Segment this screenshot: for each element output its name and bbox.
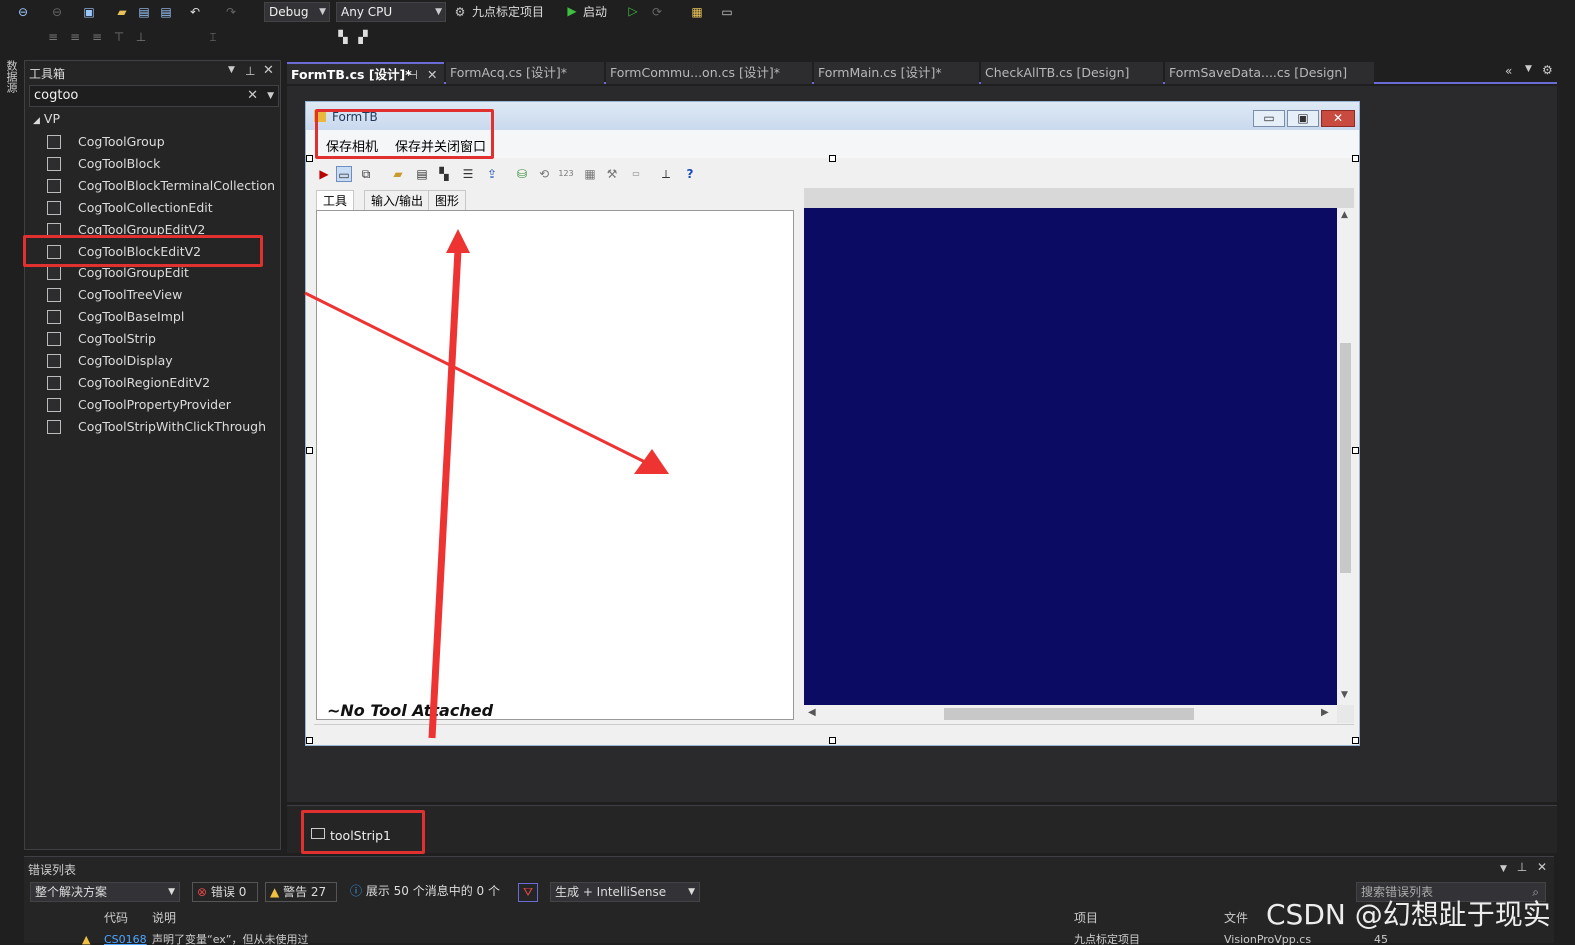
column-header-description[interactable]: 说明	[152, 909, 176, 926]
annotation-arrow-diagonal	[304, 291, 646, 464]
close-icon[interactable]: ✕	[1537, 860, 1547, 874]
annotation-arrowhead	[634, 449, 669, 474]
errors-count: 错误 0	[210, 885, 247, 899]
error-icon: ⊗	[197, 885, 208, 899]
messages-filter-button[interactable]: ⓘ 展示 50 个消息中的 0 个	[346, 882, 506, 902]
watermark: CSDN @幻想趾于现实	[1266, 898, 1551, 931]
warnings-count: 警告 27	[283, 885, 327, 899]
errors-filter-button[interactable]: ⊗ 错误 0	[192, 882, 258, 902]
error-list-title: 错误列表	[28, 863, 77, 877]
pin-icon[interactable]: ⊥	[1517, 860, 1527, 874]
component-tray: toolStrip1	[287, 805, 1557, 853]
column-header-file[interactable]: 文件	[1224, 909, 1248, 926]
info-icon: ⓘ	[350, 884, 363, 898]
filter-icon[interactable]: ⛛	[518, 883, 538, 902]
highlight-toolstrip	[301, 810, 425, 854]
build-filter-value: 生成 + IntelliSense	[555, 885, 667, 899]
panel-dropdown-icon[interactable]: ▼	[1500, 864, 1507, 874]
column-header-code[interactable]: 代码	[104, 909, 128, 926]
panel-controls: ▼ ⊥ ✕	[1500, 860, 1547, 874]
warning-icon: ▲	[270, 885, 280, 899]
annotation-arrows	[304, 229, 669, 739]
messages-count: 展示 50 个消息中的 0 个	[365, 884, 501, 898]
annotation-arrowhead	[446, 229, 470, 253]
annotation-arrow-vertical	[428, 249, 462, 739]
build-filter-select[interactable]: 生成 + IntelliSense ▼	[550, 882, 700, 902]
chevron-down-icon: ▼	[168, 887, 175, 897]
column-header-project[interactable]: 项目	[1074, 909, 1098, 926]
chevron-down-icon: ▼	[688, 887, 695, 897]
scope-select[interactable]: 整个解决方案 ▼	[30, 882, 180, 902]
scope-value: 整个解决方案	[35, 885, 108, 899]
warnings-filter-button[interactable]: ▲ 警告 27	[265, 882, 337, 902]
